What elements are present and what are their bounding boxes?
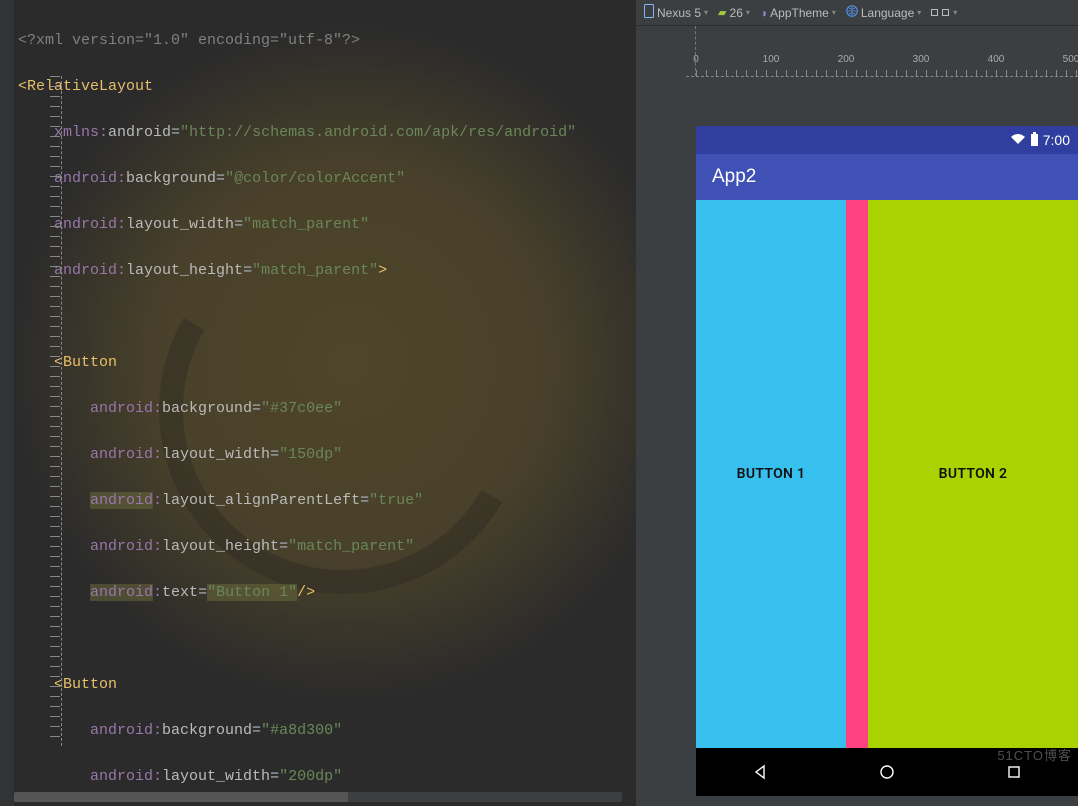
nav-back-button[interactable] xyxy=(748,760,772,784)
status-time: 7:00 xyxy=(1043,132,1070,148)
watermark: 51CTO博客 xyxy=(997,745,1072,764)
phone-frame: 7:00 App2 BUTTON 1 BUTTON 2 xyxy=(696,126,1078,796)
xml-declaration: <?xml version="1.0" encoding="utf-8"?> xyxy=(18,32,360,49)
editor-horizontal-scrollbar[interactable] xyxy=(14,792,622,802)
device-selector[interactable]: Nexus 5 ▾ xyxy=(644,4,708,21)
battery-icon xyxy=(1030,132,1039,149)
button2-label: BUTTON 2 xyxy=(939,466,1008,482)
wifi-icon xyxy=(1010,132,1026,148)
theme-selector[interactable]: ◑ AppTheme ▾ xyxy=(760,6,836,20)
status-bar: 7:00 xyxy=(696,126,1078,154)
theme-icon: ◑ xyxy=(760,6,767,20)
chevron-down-icon: ▾ xyxy=(704,8,708,17)
layout-variants-button[interactable]: ▾ xyxy=(931,8,957,17)
xml-source[interactable]: <?xml version="1.0" encoding="utf-8"?> <… xyxy=(0,0,636,806)
tag-relativelayout-open: <RelativeLayout xyxy=(18,78,153,95)
api-selector[interactable]: ▰ 26 ▾ xyxy=(718,6,750,20)
layout-root: BUTTON 1 BUTTON 2 xyxy=(696,200,1078,748)
tag-button2-open: <Button xyxy=(54,676,117,693)
layout-preview-pane: Nexus 5 ▾ ▰ 26 ▾ ◑ AppTheme ▾ Language ▾ xyxy=(636,0,1078,806)
language-selector[interactable]: Language ▾ xyxy=(846,5,921,20)
chevron-down-icon: ▾ xyxy=(917,8,921,17)
main-split: <?xml version="1.0" encoding="utf-8"?> <… xyxy=(0,0,1078,806)
language-label: Language xyxy=(861,6,914,20)
phone-icon xyxy=(644,4,654,21)
button1-label: BUTTON 1 xyxy=(737,466,806,482)
ruler-area: 0 100 200 300 400 500 xyxy=(636,26,1078,76)
preview-button-1[interactable]: BUTTON 1 xyxy=(696,200,846,748)
device-canvas[interactable]: 7:00 App2 BUTTON 1 BUTTON 2 xyxy=(696,76,1078,806)
nav-home-button[interactable] xyxy=(875,760,899,784)
app-toolbar: App2 xyxy=(696,154,1078,200)
chevron-down-icon: ▾ xyxy=(832,8,836,17)
chevron-down-icon: ▾ xyxy=(746,8,750,17)
api-label: 26 xyxy=(730,6,743,20)
theme-label: AppTheme xyxy=(770,6,829,20)
android-icon: ▰ xyxy=(718,6,726,19)
chevron-down-icon: ▾ xyxy=(953,8,957,17)
globe-icon xyxy=(846,5,858,20)
device-label: Nexus 5 xyxy=(657,6,701,20)
preview-button-2[interactable]: BUTTON 2 xyxy=(868,200,1078,748)
code-editor-pane[interactable]: <?xml version="1.0" encoding="utf-8"?> <… xyxy=(0,0,636,806)
ruler-horizontal: 0 100 200 300 400 500 xyxy=(696,26,1078,76)
app-title: App2 xyxy=(712,166,756,188)
ruler-vertical xyxy=(50,76,60,746)
tag-button1-open: <Button xyxy=(54,354,117,371)
preview-toolbar: Nexus 5 ▾ ▰ 26 ▾ ◑ AppTheme ▾ Language ▾ xyxy=(636,0,1078,26)
